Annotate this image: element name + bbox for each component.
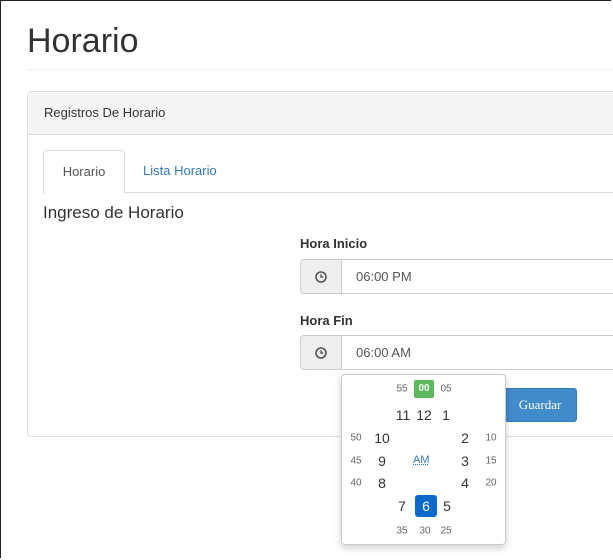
clock-icon <box>315 270 327 283</box>
end-time-input[interactable] <box>342 336 613 369</box>
hour-5[interactable]: 5 <box>443 498 451 514</box>
hour-1[interactable]: 1 <box>442 407 450 423</box>
hour-10[interactable]: 10 <box>374 430 390 446</box>
hour-8[interactable]: 8 <box>378 475 386 491</box>
start-time-label: Hora Inicio <box>300 236 368 251</box>
hour-selected[interactable]: 6 <box>415 495 437 517</box>
minute-15[interactable]: 15 <box>485 456 496 467</box>
minute-55[interactable]: 55 <box>396 384 407 395</box>
start-time-input[interactable] <box>342 260 613 293</box>
panel-heading: Registros De Horario <box>28 92 613 135</box>
hour-12[interactable]: 12 <box>416 407 432 423</box>
end-time-addon[interactable] <box>301 336 342 369</box>
hour-9[interactable]: 9 <box>378 453 386 469</box>
page-title: Horario <box>27 22 139 60</box>
minute-45[interactable]: 45 <box>350 456 361 467</box>
clock-icon <box>315 346 327 359</box>
minute-25[interactable]: 25 <box>440 526 451 537</box>
minute-35[interactable]: 35 <box>396 526 407 537</box>
minute-10[interactable]: 10 <box>485 433 496 444</box>
hour-3[interactable]: 3 <box>461 453 469 469</box>
minute-05[interactable]: 05 <box>440 384 451 395</box>
hour-7[interactable]: 7 <box>398 498 406 514</box>
hour-11[interactable]: 11 <box>396 407 411 423</box>
tab-bar: Horario Lista Horario <box>43 150 613 194</box>
hour-2[interactable]: 2 <box>461 430 469 446</box>
tab-horario[interactable]: Horario <box>43 150 125 194</box>
clockpicker-popover: 55 00 05 50 10 45 15 40 20 35 30 25 11 1… <box>341 374 506 545</box>
start-time-group <box>300 259 613 294</box>
hour-4[interactable]: 4 <box>461 475 469 491</box>
section-title: Ingreso de Horario <box>43 203 184 222</box>
end-time-label: Hora Fin <box>300 313 353 328</box>
save-button[interactable]: Guardar <box>503 388 577 422</box>
minute-selected[interactable]: 00 <box>414 380 434 398</box>
minute-40[interactable]: 40 <box>350 478 361 489</box>
tab-lista-horario[interactable]: Lista Horario <box>143 150 217 193</box>
minute-50[interactable]: 50 <box>350 433 361 444</box>
start-time-addon[interactable] <box>301 260 342 293</box>
minute-30[interactable]: 30 <box>419 526 430 537</box>
ampm-toggle[interactable]: AM <box>413 454 430 466</box>
title-divider <box>27 69 613 70</box>
minute-20[interactable]: 20 <box>485 478 496 489</box>
end-time-group <box>300 335 613 370</box>
